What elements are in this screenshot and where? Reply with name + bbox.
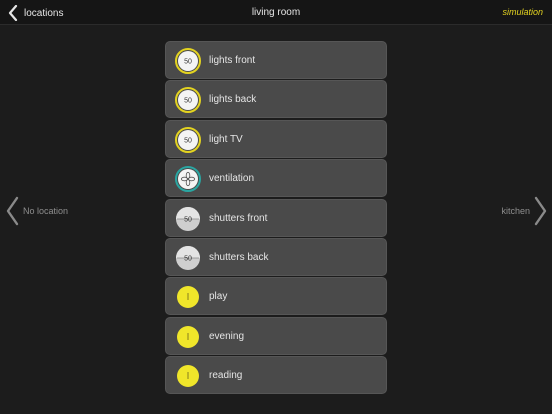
shutter-icon[interactable]: 50	[175, 206, 201, 232]
scene-button-icon[interactable]	[175, 363, 201, 389]
device-list: 50 lights front 50 lights back 50 light …	[165, 41, 387, 396]
device-label: shutters front	[209, 212, 268, 224]
next-location-button[interactable]: kitchen	[501, 196, 548, 226]
device-row-shutters-front[interactable]: 50 shutters front	[165, 198, 387, 237]
device-label: shutters back	[209, 251, 269, 263]
top-bar: locations living room simulation	[0, 0, 552, 25]
fan-icon[interactable]	[175, 166, 201, 193]
device-label: light TV	[209, 133, 243, 145]
scene-button-icon[interactable]	[175, 324, 201, 350]
prev-location-button[interactable]: No location	[5, 196, 68, 226]
device-label: lights front	[209, 55, 256, 66]
svg-text:50: 50	[184, 98, 192, 105]
scene-row-play[interactable]: play	[165, 277, 387, 316]
chevron-left-icon	[6, 196, 19, 226]
scene-row-evening[interactable]: evening	[165, 316, 387, 355]
svg-text:50: 50	[184, 59, 192, 66]
dimmer-knob-icon[interactable]: 50	[175, 48, 201, 74]
device-row-lights-back[interactable]: 50 lights back	[165, 80, 387, 119]
chevron-right-icon	[534, 196, 547, 226]
dimmer-knob-icon[interactable]: 50	[175, 87, 201, 114]
dimmer-knob-icon[interactable]: 50	[175, 126, 201, 153]
next-location-label: kitchen	[501, 206, 530, 216]
device-row-light-tv[interactable]: 50 light TV	[165, 119, 387, 158]
device-row-ventilation[interactable]: ventilation	[165, 159, 387, 198]
page-title: living room	[251, 7, 301, 18]
simulation-toggle[interactable]: simulation	[502, 7, 543, 17]
svg-text:50: 50	[184, 216, 192, 223]
scene-label: play	[209, 291, 228, 303]
prev-location-label: No location	[23, 206, 69, 216]
device-label: lights back	[209, 94, 257, 106]
svg-text:50: 50	[184, 137, 192, 144]
scene-label: evening	[209, 330, 245, 342]
device-label: ventilation	[209, 173, 255, 185]
svg-text:50: 50	[184, 255, 192, 262]
scene-button-icon[interactable]	[175, 284, 201, 310]
device-row-shutters-back[interactable]: 50 shutters back	[165, 237, 387, 276]
device-row-lights-front[interactable]: 50 lights front	[165, 41, 387, 79]
shutter-icon[interactable]: 50	[175, 245, 201, 271]
scene-label: reading	[209, 370, 243, 382]
scene-row-reading[interactable]: reading	[165, 356, 387, 395]
